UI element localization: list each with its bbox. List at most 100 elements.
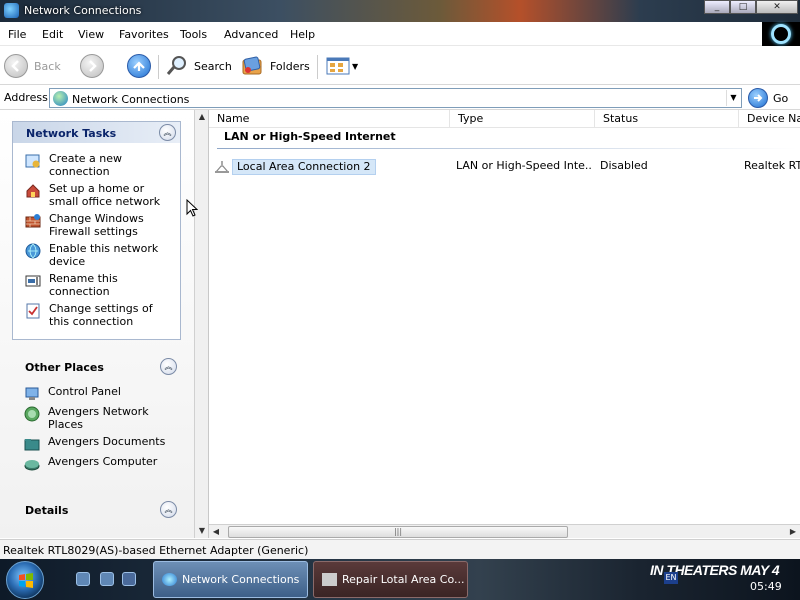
- network-places-icon: [24, 406, 40, 422]
- views-dropdown-icon: ▼: [352, 61, 359, 71]
- status-text: Realtek RTL8029(AS)-based Ethernet Adapt…: [3, 544, 309, 557]
- group-divider: [217, 148, 797, 149]
- other-places-header[interactable]: Other Places ︽: [12, 356, 181, 378]
- column-status[interactable]: Status: [595, 110, 739, 128]
- collapse-chevron-icon[interactable]: ︽: [159, 124, 176, 141]
- forward-button[interactable]: [80, 53, 104, 79]
- start-button[interactable]: [6, 561, 44, 599]
- language-indicator[interactable]: EN: [664, 572, 678, 584]
- task-enable-device[interactable]: Enable this network device: [25, 242, 173, 268]
- quick-launch-ie-icon[interactable]: [100, 572, 114, 586]
- scroll-down-arrow-icon[interactable]: ▼: [195, 524, 209, 538]
- network-tasks-header[interactable]: Network Tasks ︽: [12, 121, 181, 143]
- back-label: Back: [34, 59, 61, 73]
- back-button[interactable]: Back: [4, 53, 61, 79]
- status-bar: Realtek RTL8029(AS)-based Ethernet Adapt…: [0, 539, 800, 559]
- task-home-network[interactable]: Set up a home or small office network: [25, 182, 173, 208]
- go-label: Go: [773, 91, 789, 105]
- taskbar-button-label: Repair Lotal Area Co...: [342, 573, 465, 586]
- documents-folder-icon: [24, 436, 40, 452]
- column-type[interactable]: Type: [450, 110, 595, 128]
- column-name[interactable]: Name: [209, 110, 450, 128]
- menu-favorites[interactable]: Favorites: [119, 28, 169, 41]
- menu-view[interactable]: View: [78, 28, 104, 41]
- place-label: Control Panel: [48, 385, 121, 398]
- menu-help[interactable]: Help: [290, 28, 315, 41]
- row-name: Local Area Connection 2: [232, 159, 376, 175]
- window-title: Network Connections: [24, 4, 142, 17]
- maximize-button[interactable]: □: [730, 0, 756, 14]
- place-label: Avengers Documents: [48, 435, 166, 448]
- column-device-name[interactable]: Device Nar: [739, 110, 800, 128]
- taskbar-button-repair[interactable]: Repair Lotal Area Co...: [313, 561, 468, 598]
- group-header: LAN or High-Speed Internet: [224, 130, 396, 143]
- lan-connection-icon: [215, 161, 229, 173]
- title-bar[interactable]: Network Connections _ □ ✕: [0, 0, 800, 22]
- place-documents[interactable]: Avengers Documents: [24, 435, 172, 452]
- scroll-left-arrow-icon[interactable]: ◀: [209, 525, 223, 539]
- home-network-icon: [25, 183, 41, 199]
- place-computer[interactable]: Avengers Computer: [24, 455, 172, 472]
- menu-bar: File Edit View Favorites Tools Advanced …: [0, 22, 800, 46]
- details-header[interactable]: Details ︽: [12, 499, 181, 521]
- mouse-cursor-icon: [186, 199, 198, 217]
- close-button[interactable]: ✕: [756, 0, 798, 14]
- quick-launch-switch-icon[interactable]: [122, 572, 136, 586]
- clock[interactable]: 05:49: [750, 580, 782, 593]
- collapse-chevron-icon[interactable]: ︽: [160, 501, 177, 518]
- search-icon: [166, 56, 186, 75]
- place-label: Avengers Network Places: [48, 405, 149, 431]
- address-bar: Address Network Connections ▼ Go: [0, 86, 800, 110]
- task-change-settings[interactable]: Change settings of this connection: [25, 302, 173, 328]
- task-label: Change Windows Firewall settings: [49, 212, 144, 238]
- toolbar: Back Search Folders ▼: [0, 47, 800, 85]
- address-input[interactable]: Network Connections ▼: [49, 88, 742, 108]
- views-button[interactable]: ▼: [326, 53, 358, 79]
- network-tasks-panel: Network Tasks ︽ Create a new connection …: [12, 121, 181, 340]
- task-create-connection[interactable]: Create a new connection: [25, 152, 173, 178]
- address-label: Address: [4, 91, 48, 104]
- task-label: Enable this network device: [49, 242, 159, 268]
- network-connections-icon: [162, 573, 177, 586]
- scroll-thumb[interactable]: [196, 124, 208, 544]
- task-label: Change settings of this connection: [49, 302, 153, 328]
- minimize-button[interactable]: _: [704, 0, 730, 14]
- task-rename-connection[interactable]: Rename this connection: [25, 272, 173, 298]
- search-button[interactable]: Search: [166, 53, 232, 79]
- details-title: Details: [25, 504, 69, 517]
- other-places-title: Other Places: [25, 361, 104, 374]
- column-headers: Name Type Status Device Nar: [209, 110, 800, 128]
- taskbar-button-network-connections[interactable]: Network Connections: [153, 561, 308, 598]
- back-arrow-icon: [4, 54, 28, 78]
- task-pane-scrollbar[interactable]: ▲ ▼: [194, 110, 209, 538]
- menu-tools[interactable]: Tools: [180, 28, 207, 41]
- collapse-chevron-icon[interactable]: ︽: [160, 358, 177, 375]
- new-connection-icon: [25, 153, 41, 169]
- menu-advanced[interactable]: Advanced: [224, 28, 278, 41]
- address-dropdown-icon[interactable]: ▼: [726, 90, 740, 106]
- go-button[interactable]: Go: [748, 88, 788, 108]
- place-control-panel[interactable]: Control Panel: [24, 385, 172, 402]
- menu-edit[interactable]: Edit: [42, 28, 63, 41]
- folders-button[interactable]: Folders: [240, 53, 310, 79]
- scroll-right-arrow-icon[interactable]: ▶: [786, 525, 800, 539]
- up-button[interactable]: [127, 53, 151, 79]
- task-firewall-settings[interactable]: Change Windows Firewall settings: [25, 212, 173, 238]
- scroll-up-arrow-icon[interactable]: ▲: [195, 110, 209, 124]
- window-controls: _ □ ✕: [704, 0, 798, 14]
- firewall-icon: [25, 213, 41, 229]
- row-name-cell[interactable]: Local Area Connection 2: [214, 159, 376, 175]
- lan-connection-icon: [322, 573, 337, 586]
- scroll-thumb[interactable]: |||: [228, 526, 568, 538]
- computer-icon: [24, 456, 40, 472]
- row-status: Disabled: [600, 159, 648, 172]
- table-row[interactable]: Local Area Connection 2 LAN or High-Spee…: [209, 157, 800, 175]
- task-label: Create a new connection: [49, 152, 123, 178]
- place-network-places[interactable]: Avengers Network Places: [24, 405, 172, 431]
- list-horizontal-scrollbar[interactable]: ◀ ||| ▶: [209, 524, 800, 538]
- row-device: Realtek RTL: [744, 159, 800, 172]
- search-label: Search: [194, 59, 232, 73]
- quick-launch-desktop-icon[interactable]: [76, 572, 90, 586]
- menu-file[interactable]: File: [8, 28, 26, 41]
- task-label: Rename this connection: [49, 272, 118, 298]
